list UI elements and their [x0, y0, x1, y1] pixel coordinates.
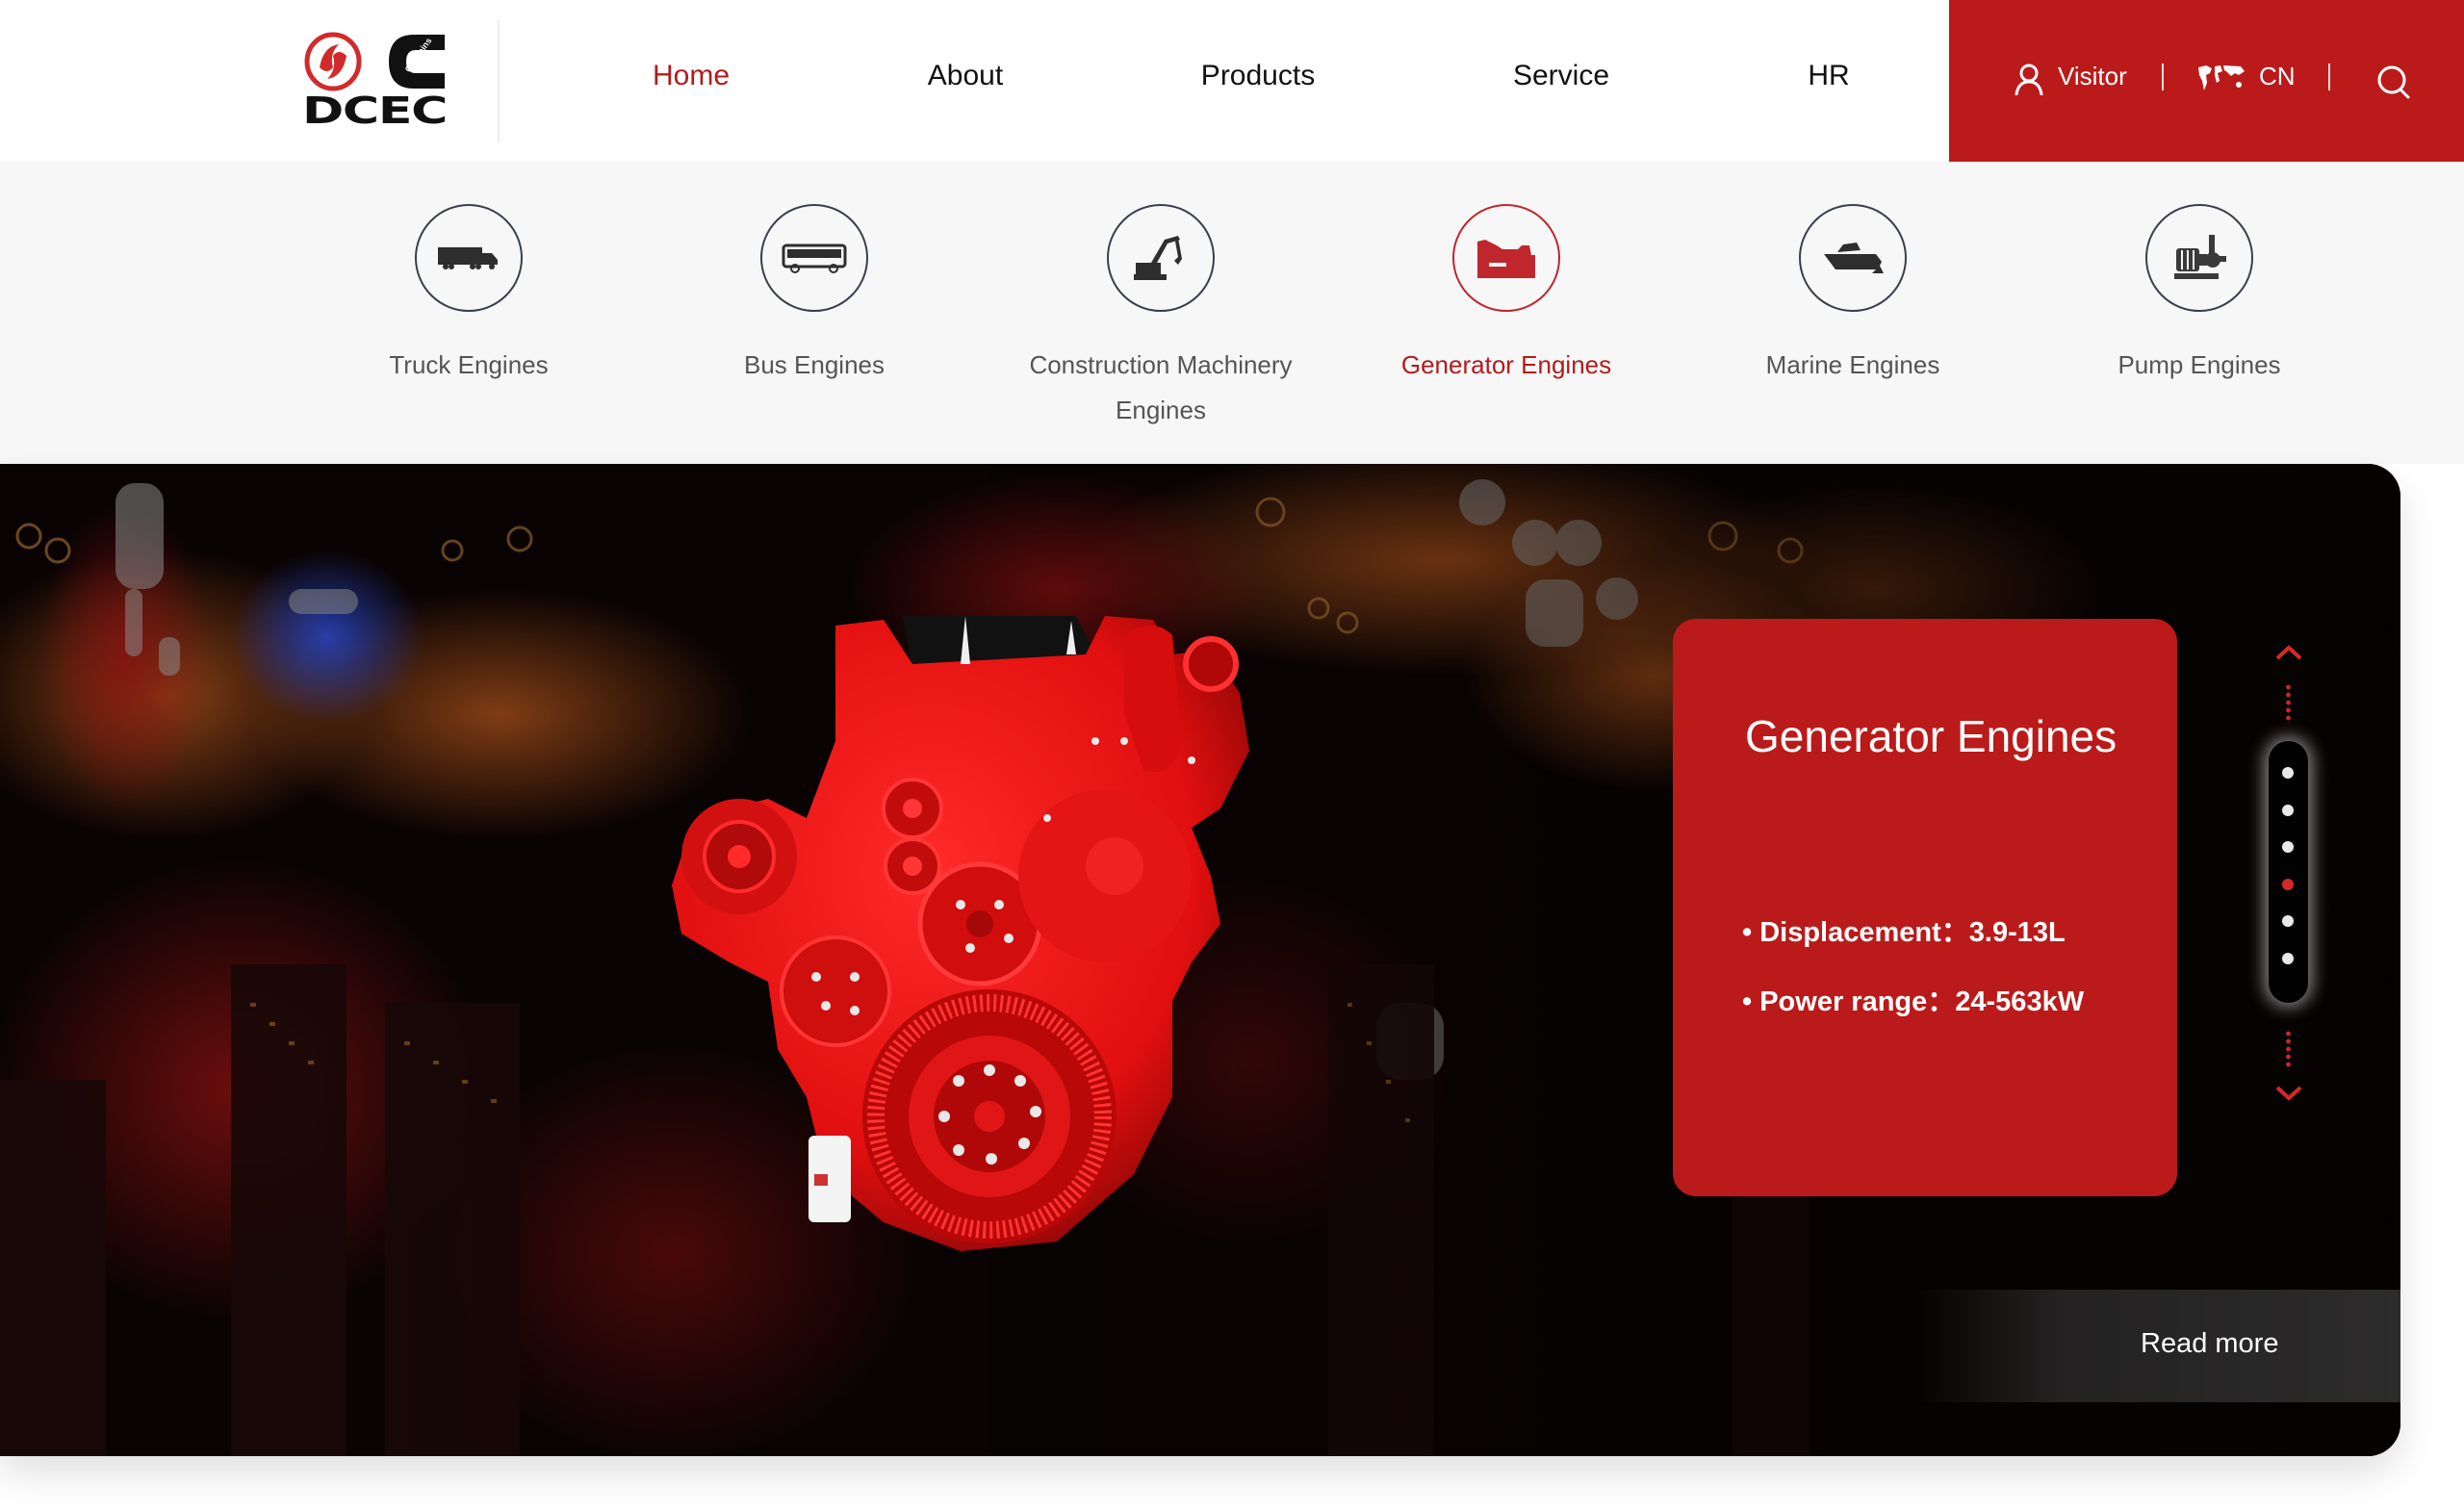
nav-products[interactable]: Products [1201, 60, 1315, 92]
nav-hr[interactable]: HR [1808, 60, 1849, 92]
category-label: Truck Engines [389, 350, 549, 379]
nav-about[interactable]: About [928, 60, 1003, 92]
user-icon[interactable] [2014, 63, 2044, 100]
category-icon-circle [1107, 204, 1215, 312]
visitor-link[interactable]: Visitor [2058, 62, 2127, 91]
generator-engine-image [672, 616, 1249, 1251]
utility-separator [2328, 64, 2330, 90]
category-label: Bus Engines [744, 350, 885, 379]
category-label: Construction Machinery Engines [1029, 350, 1293, 424]
product-info-card: Generator Engines • Displacement：3.9-13L… [1673, 619, 2177, 1196]
category-icon-circle [2145, 204, 2253, 312]
excavator-icon [1134, 236, 1182, 280]
pager-dot[interactable] [2282, 915, 2294, 927]
read-more-link[interactable]: Read more [2141, 1328, 2278, 1360]
hero-slider: Generator Engines • Displacement：3.9-13L… [0, 464, 2400, 1456]
language-switch[interactable]: CN [2259, 62, 2296, 91]
chevron-up-icon[interactable] [2272, 641, 2306, 664]
pager-dotted-line [2286, 1030, 2291, 1070]
logo-graphic: Cummins DCEC [302, 32, 448, 132]
pager-dot[interactable] [2282, 953, 2294, 964]
category-icon-circle [1452, 204, 1560, 312]
pager-capsule [2269, 741, 2308, 1003]
site-header: Cummins DCEC Home About Products Service… [0, 0, 2464, 162]
spec-power-range: • Power range：24-563kW [1742, 986, 2085, 1017]
search-icon[interactable] [2375, 64, 2412, 105]
pager-dot[interactable] [2282, 841, 2294, 853]
product-title: Generator Engines [1745, 711, 2118, 761]
nav-service[interactable]: Service [1513, 60, 1609, 92]
slide-pager [2252, 618, 2329, 1118]
engine-category-strip: Truck Engines Bus Engines Construction M… [0, 162, 2464, 464]
chevron-down-icon[interactable] [2272, 1082, 2306, 1105]
bus-icon [782, 243, 847, 273]
nav-home[interactable]: Home [653, 60, 730, 92]
truck-icon [438, 247, 498, 269]
category-label: Marine Engines [1765, 350, 1940, 379]
utility-panel: Visitor CN [1949, 0, 2464, 162]
pump-icon [2174, 235, 2226, 279]
category-label: Generator Engines [1400, 350, 1612, 379]
world-map-icon[interactable] [2196, 64, 2246, 97]
generator-icon [1477, 240, 1535, 278]
dcec-logo[interactable]: Cummins DCEC [300, 29, 449, 132]
boat-icon [1824, 243, 1884, 273]
category-icon-circle [415, 204, 523, 312]
category-icon-circle [760, 204, 868, 312]
pager-dot[interactable] [2282, 805, 2294, 816]
category-icon-circle [1799, 204, 1907, 312]
pager-dotted-line [2286, 683, 2291, 724]
category-label: Pump Engines [2118, 350, 2281, 379]
spec-displacement: • Displacement：3.9-13L [1742, 917, 2066, 948]
utility-separator [2162, 64, 2164, 90]
pager-dot[interactable] [2282, 767, 2294, 779]
pager-dot-active[interactable] [2282, 879, 2294, 890]
logo-divider [498, 19, 500, 142]
dcec-wordmark: DCEC [302, 90, 447, 130]
